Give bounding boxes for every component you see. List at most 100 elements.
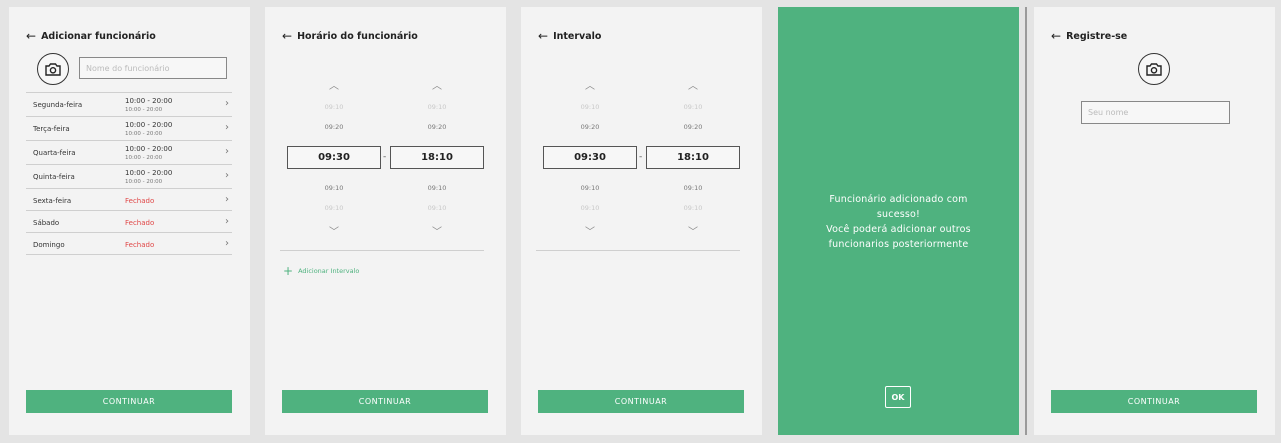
day-time: 10:00 - 20:00 10:00 - 20:00: [125, 97, 172, 114]
header: ← Registre-se: [1051, 29, 1127, 43]
add-interval-label: Adicionar Intervalo: [298, 267, 360, 275]
divider: [536, 250, 740, 251]
day-name: Domingo: [33, 241, 65, 249]
day-time-main: 10:00 - 20:00: [125, 169, 173, 177]
chevron-up-icon[interactable]: ︿: [287, 77, 381, 92]
back-arrow-icon[interactable]: ←: [538, 29, 548, 43]
success-message: Funcionário adicionado com sucesso! Você…: [778, 192, 1019, 252]
time-option[interactable]: 09:10: [543, 184, 637, 192]
chevron-right-icon: ›: [225, 216, 229, 227]
camera-icon[interactable]: [37, 53, 69, 85]
chevron-down-icon[interactable]: ﹀: [390, 223, 484, 238]
chevron-down-icon[interactable]: ﹀: [287, 223, 381, 238]
day-closed-label: Fechado: [125, 197, 155, 205]
day-time-sub: 10:00 - 20:00: [125, 107, 163, 113]
chevron-right-icon: ›: [225, 122, 229, 133]
time-separator: -: [639, 152, 643, 162]
end-time-selected[interactable]: 18:10: [646, 146, 740, 169]
day-time-sub: 10:00 - 20:00: [125, 131, 163, 137]
day-time-main: 10:00 - 20:00: [125, 145, 173, 153]
name-input[interactable]: Seu nome: [1081, 101, 1230, 124]
screen-divider: [1025, 7, 1027, 435]
employee-name-input[interactable]: Nome do funcionário: [79, 57, 227, 79]
back-arrow-icon[interactable]: ←: [1051, 29, 1061, 43]
time-separator: -: [383, 152, 387, 162]
header: ← Adicionar funcionário: [26, 29, 156, 43]
time-option[interactable]: 09:10: [543, 103, 637, 111]
time-option[interactable]: 09:10: [646, 184, 740, 192]
day-time-sub: 10:00 - 20:00: [125, 179, 163, 185]
chevron-right-icon: ›: [225, 170, 229, 181]
day-closed-label: Fechado: [125, 241, 155, 249]
time-option[interactable]: 09:20: [390, 123, 484, 131]
time-option[interactable]: 09:10: [543, 204, 637, 212]
day-row-wednesday[interactable]: Quarta-feira 10:00 - 20:00 10:00 - 20:00 …: [26, 141, 232, 165]
add-employee-screen: ← Adicionar funcionário Nome do funcioná…: [9, 7, 250, 435]
day-time: 10:00 - 20:00 10:00 - 20:00: [125, 169, 172, 186]
day-name: Segunda-feira: [33, 101, 83, 109]
ok-button[interactable]: OK: [885, 386, 911, 408]
employee-hours-screen: ← Horário do funcionário ︿ 09:10 09:20 0…: [265, 7, 506, 435]
camera-icon[interactable]: [1138, 53, 1170, 85]
end-time-selected[interactable]: 18:10: [390, 146, 484, 169]
chevron-down-icon[interactable]: ﹀: [646, 223, 740, 238]
page-title: Horário do funcionário: [297, 30, 418, 42]
day-name: Sábado: [33, 219, 60, 227]
start-time-selected[interactable]: 09:30: [287, 146, 381, 169]
chevron-down-icon[interactable]: ﹀: [543, 223, 637, 238]
chevron-right-icon: ›: [225, 194, 229, 205]
plus-icon: +: [283, 264, 294, 278]
day-time: 10:00 - 20:00 10:00 - 20:00: [125, 121, 172, 138]
day-row-sunday[interactable]: Domingo Fechado ›: [26, 233, 232, 255]
register-screen: ← Registre-se Seu nome CONTINUAR: [1034, 7, 1275, 435]
divider: [280, 250, 484, 251]
day-name: Terça-feira: [33, 125, 70, 133]
chevron-up-icon[interactable]: ︿: [646, 77, 740, 92]
success-line: Você poderá adicionar outros: [826, 224, 971, 235]
name-placeholder: Seu nome: [1088, 108, 1129, 117]
chevron-up-icon[interactable]: ︿: [543, 77, 637, 92]
time-option[interactable]: 09:10: [646, 103, 740, 111]
day-row-saturday[interactable]: Sábado Fechado ›: [26, 211, 232, 233]
time-option[interactable]: 09:10: [390, 184, 484, 192]
day-row-thursday[interactable]: Quinta-feira 10:00 - 20:00 10:00 - 20:00 …: [26, 165, 232, 189]
day-name: Quinta-feira: [33, 173, 75, 181]
add-interval-link[interactable]: + Adicionar Intervalo: [283, 264, 359, 278]
start-time-selected[interactable]: 09:30: [543, 146, 637, 169]
page-title: Registre-se: [1066, 30, 1128, 42]
time-option[interactable]: 09:20: [287, 123, 381, 131]
time-option[interactable]: 09:10: [390, 204, 484, 212]
time-option[interactable]: 09:20: [646, 123, 740, 131]
time-option[interactable]: 09:10: [390, 103, 484, 111]
time-option[interactable]: 09:10: [287, 103, 381, 111]
header: ← Horário do funcionário: [282, 29, 418, 43]
day-closed-label: Fechado: [125, 219, 155, 227]
chevron-right-icon: ›: [225, 146, 229, 157]
page-title: Adicionar funcionário: [41, 30, 156, 42]
back-arrow-icon[interactable]: ←: [282, 29, 292, 43]
continue-button[interactable]: CONTINUAR: [538, 390, 744, 413]
day-time-main: 10:00 - 20:00: [125, 121, 173, 129]
header: ← Intervalo: [538, 29, 601, 43]
success-line: Funcionário adicionado com: [829, 194, 968, 205]
interval-screen: ← Intervalo ︿ 09:10 09:20 09:10 09:10 ﹀ …: [521, 7, 762, 435]
chevron-right-icon: ›: [225, 238, 229, 249]
day-time-sub: 10:00 - 20:00: [125, 155, 163, 161]
continue-button[interactable]: CONTINUAR: [1051, 390, 1257, 413]
time-option[interactable]: 09:20: [543, 123, 637, 131]
day-row-monday[interactable]: Segunda-feira 10:00 - 20:00 10:00 - 20:00…: [26, 93, 232, 117]
day-time: 10:00 - 20:00 10:00 - 20:00: [125, 145, 172, 162]
page-title: Intervalo: [553, 30, 602, 42]
time-option[interactable]: 09:10: [287, 204, 381, 212]
time-option[interactable]: 09:10: [646, 204, 740, 212]
back-arrow-icon[interactable]: ←: [26, 29, 36, 43]
day-name: Quarta-feira: [33, 149, 76, 157]
chevron-up-icon[interactable]: ︿: [390, 77, 484, 92]
time-option[interactable]: 09:10: [287, 184, 381, 192]
day-row-tuesday[interactable]: Terça-feira 10:00 - 20:00 10:00 - 20:00 ›: [26, 117, 232, 141]
continue-button[interactable]: CONTINUAR: [282, 390, 488, 413]
weekday-list: Segunda-feira 10:00 - 20:00 10:00 - 20:00…: [26, 92, 232, 255]
continue-button[interactable]: CONTINUAR: [26, 390, 232, 413]
success-line: sucesso!: [876, 209, 921, 220]
day-row-friday[interactable]: Sexta-feira Fechado ›: [26, 189, 232, 211]
